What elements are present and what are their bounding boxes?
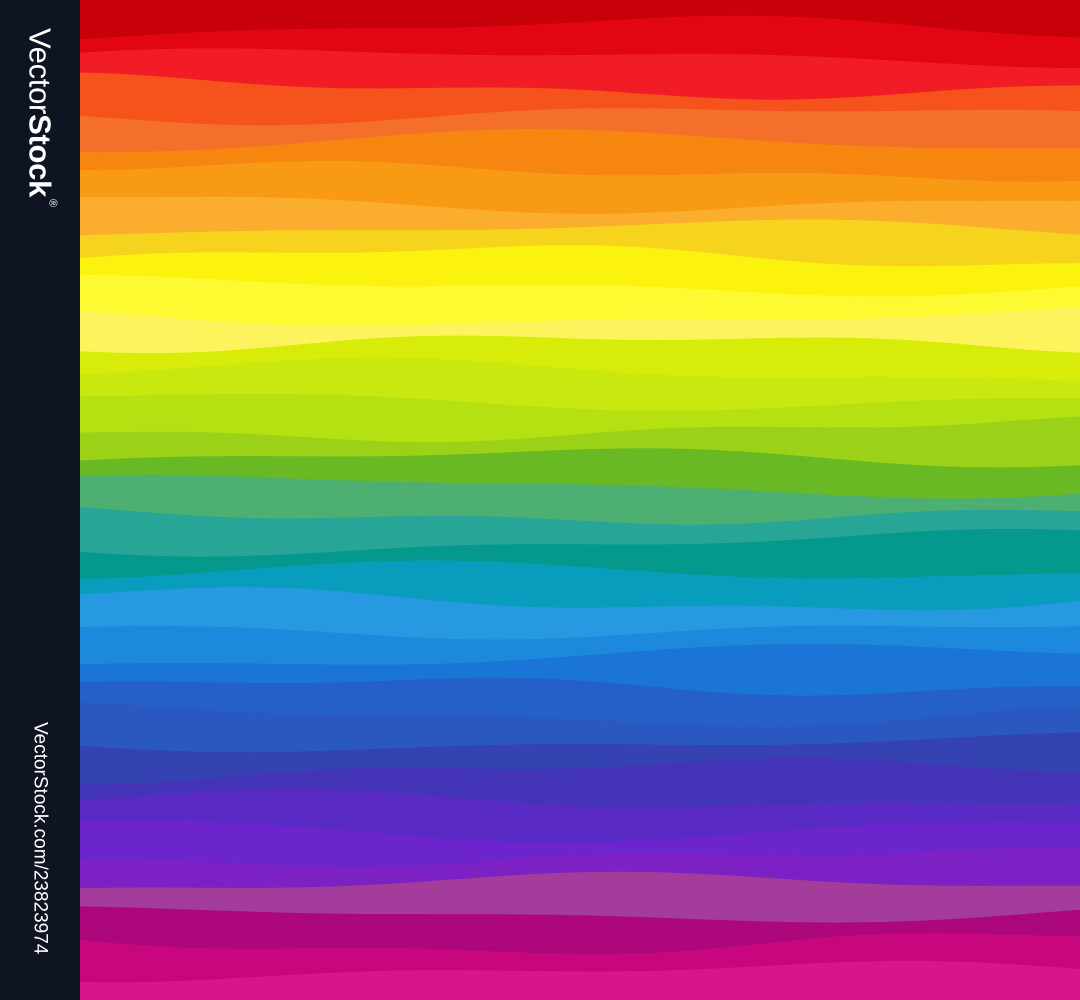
vectorstock-logo: VectorStock® bbox=[22, 28, 59, 207]
image-url: VectorStock.com/23823974 bbox=[29, 722, 51, 955]
logo-text-stock: Stock bbox=[22, 114, 58, 198]
registered-mark: ® bbox=[46, 199, 59, 207]
logo-text-vector: Vector bbox=[22, 28, 58, 115]
rainbow-wave-artwork bbox=[80, 0, 1080, 1000]
rainbow-waves bbox=[80, 0, 1080, 1000]
watermark-sidebar: VectorStock® VectorStock.com/23823974 bbox=[0, 0, 80, 1000]
page: VectorStock® VectorStock.com/23823974 bbox=[0, 0, 1080, 1000]
